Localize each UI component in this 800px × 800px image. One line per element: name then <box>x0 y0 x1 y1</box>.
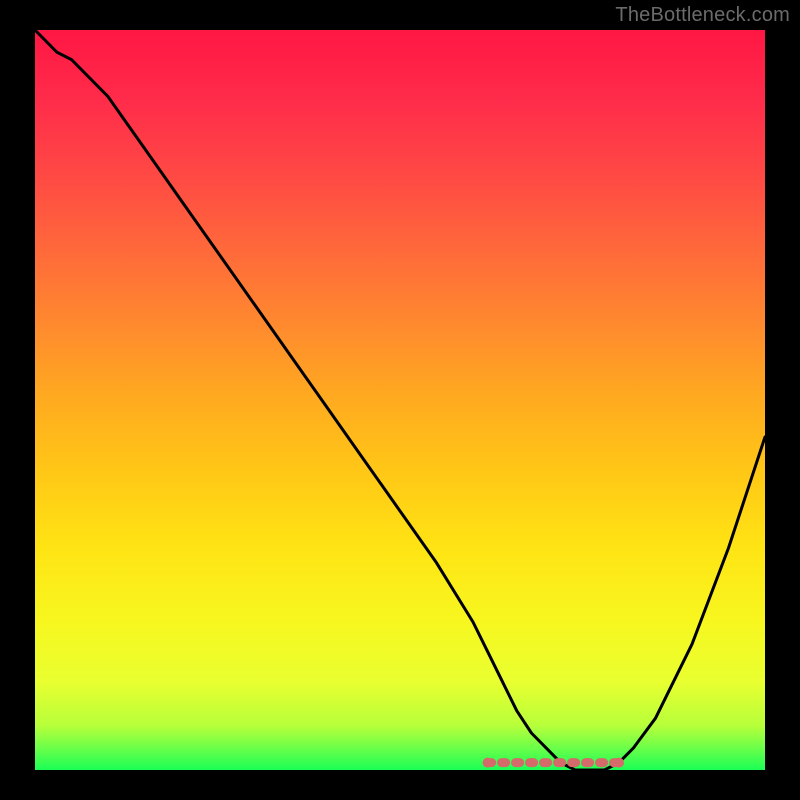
chart-container: TheBottleneck.com <box>0 0 800 800</box>
watermark-text: TheBottleneck.com <box>615 4 790 27</box>
gradient-background <box>35 30 765 770</box>
bottleneck-chart <box>0 0 800 800</box>
